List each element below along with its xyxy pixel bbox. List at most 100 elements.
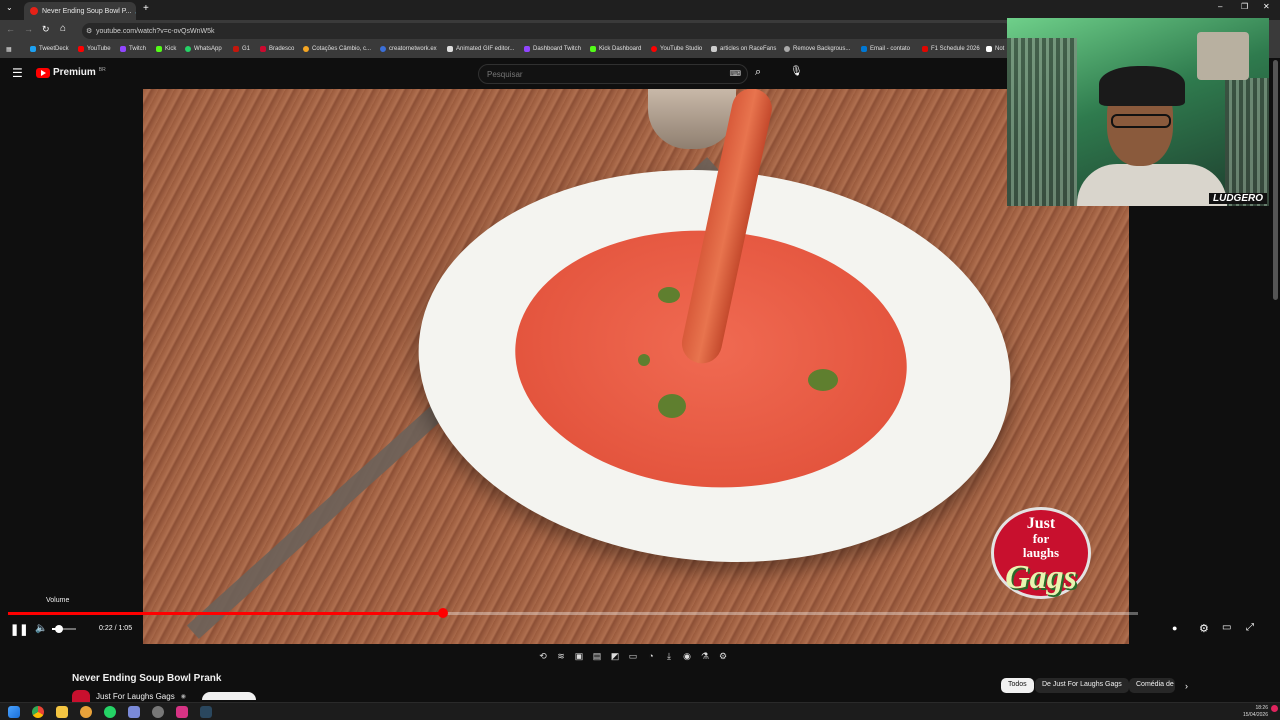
channel-row: Just For Laughs Gags ◉ (72, 690, 256, 702)
menu-icon[interactable]: ☰ (12, 66, 23, 80)
chip-all[interactable]: Todos (1001, 678, 1034, 693)
bookmark-whatsapp[interactable]: WhatsApp (185, 46, 222, 52)
steam-icon[interactable] (200, 706, 212, 718)
g1-icon (233, 46, 239, 52)
progress-bar[interactable] (8, 608, 1138, 618)
bookmark-label: creatornetwork.ex (389, 46, 437, 52)
volume-slider[interactable] (52, 625, 76, 633)
loop-icon[interactable]: ⟲ (536, 650, 550, 662)
notion-icon (986, 46, 992, 52)
streamer-tag: LUDGERO (1209, 193, 1267, 204)
discord-icon[interactable] (128, 706, 140, 718)
bookmark-email[interactable]: Email - contato (861, 46, 910, 52)
bookshelf (1007, 38, 1077, 206)
twitch-icon (120, 46, 126, 52)
youtube-logo[interactable]: Premium BR (36, 67, 106, 78)
bookmark-g1[interactable]: G1 (233, 46, 250, 52)
country-badge: BR (98, 67, 106, 73)
notification-badge-icon[interactable] (1271, 705, 1278, 712)
voice-search-icon[interactable]: 🎙 (790, 66, 803, 77)
back-icon[interactable]: ← (6, 24, 15, 34)
progress-played (8, 612, 443, 615)
bookmark-label: YouTube (87, 46, 111, 52)
pause-icon[interactable]: ❚❚ (10, 623, 28, 636)
bookmark-dashboard-twitch[interactable]: Dashboard Twitch (524, 46, 581, 52)
chip-comedy[interactable]: Comédia de (1129, 678, 1175, 693)
volume-icon[interactable]: 🔈 (35, 623, 47, 634)
bookmark-label: Bradesco (269, 46, 295, 52)
volume-tooltip: Volume (46, 597, 70, 604)
site-info-icon[interactable]: ⚙ (86, 27, 92, 35)
search-input[interactable]: Pesquisar ⌨ (478, 64, 748, 84)
app-icon[interactable] (152, 706, 164, 718)
video-frame[interactable]: Just for laughs Gags (143, 89, 1129, 644)
bookmark-cotacoes[interactable]: Cotações Câmbio, c... (303, 46, 371, 52)
bookmark-not[interactable]: Not (986, 46, 1004, 52)
bookmark-youtube-studio[interactable]: YouTube Studio (651, 46, 702, 52)
forward-icon[interactable]: → (24, 24, 33, 34)
camera-icon[interactable]: ◉ (680, 650, 694, 662)
pinned-app-icon[interactable] (176, 706, 188, 718)
download-icon[interactable]: ⤓ (662, 650, 676, 662)
bookmark-gif-editor[interactable]: Animated GIF editor... (447, 46, 514, 52)
search-placeholder: Pesquisar (487, 70, 523, 79)
picture-in-picture-icon[interactable]: ◩ (608, 650, 622, 662)
obs-icon[interactable] (80, 706, 92, 718)
bookmark-racefans[interactable]: articles on RaceFans (711, 46, 776, 52)
speed-icon[interactable]: ◔ (644, 650, 658, 662)
pepper-shaker (648, 89, 736, 149)
whatsapp-icon[interactable] (104, 706, 116, 718)
screenshot-icon[interactable]: ▣ (572, 650, 586, 662)
extension-settings-icon[interactable]: ⚙ (716, 650, 730, 662)
verified-icon: ◉ (180, 693, 186, 700)
page-scrollbar[interactable] (1273, 60, 1278, 300)
windows-start-icon[interactable] (8, 706, 20, 718)
chips-next-icon[interactable]: › (1185, 681, 1188, 691)
new-tab-icon[interactable]: + (143, 3, 149, 14)
windows-taskbar: 18:26 15/04/2026 (0, 702, 1280, 720)
bookmark-twitch[interactable]: Twitch (120, 46, 146, 52)
bookmark-label: Dashboard Twitch (533, 46, 581, 52)
search-icon[interactable]: ⌕ (755, 66, 761, 79)
autoplay-toggle-icon[interactable]: ● (1172, 623, 1177, 633)
close-window-icon[interactable]: ✕ (1263, 2, 1270, 11)
clip-icon[interactable]: ▤ (590, 650, 604, 662)
audio-wave-icon[interactable]: ≋ (554, 650, 568, 662)
settings-gear-icon[interactable]: ⚙ (1199, 622, 1209, 635)
theater-mode-icon[interactable]: ▭ (1222, 622, 1231, 633)
chip-from-channel[interactable]: De Just For Laughs Gags (1035, 678, 1129, 693)
system-clock[interactable]: 18:26 15/04/2026 (1243, 705, 1268, 719)
bookmark-youtube[interactable]: YouTube (78, 46, 111, 52)
logo-gags: Gags (1005, 559, 1077, 596)
filter-icon[interactable]: ⚗ (698, 650, 712, 662)
window-icon[interactable]: ▭ (626, 650, 640, 662)
reload-icon[interactable]: ↻ (42, 24, 50, 35)
chrome-icon[interactable] (32, 706, 44, 718)
bookmark-creatornetwork[interactable]: creatornetwork.ex (380, 46, 437, 52)
bookmark-label: YouTube Studio (660, 46, 703, 52)
apps-grid-icon[interactable]: ▦ (6, 46, 12, 53)
progress-scrubber[interactable] (437, 608, 448, 618)
file-explorer-icon[interactable] (56, 706, 68, 718)
subscribe-button[interactable] (201, 692, 256, 700)
bookmark-kick[interactable]: Kick (156, 46, 176, 52)
bookmark-label: Not (995, 46, 1005, 52)
fullscreen-icon[interactable]: ⤢ (1246, 622, 1254, 633)
channel-avatar[interactable] (72, 690, 90, 702)
maximize-icon[interactable]: ❐ (1241, 2, 1248, 11)
channel-name[interactable]: Just For Laughs Gags (96, 692, 175, 701)
bookmark-f1-schedule[interactable]: F1 Schedule 2026 (922, 46, 980, 52)
tab-list-icon[interactable]: ⌄ (6, 3, 13, 12)
bookmark-kick-dashboard[interactable]: Kick Dashboard (590, 46, 641, 52)
url-input[interactable]: ⚙ youtube.com/watch?v=c-ovQsWnW5k (82, 23, 1012, 39)
creatornetwork-icon (380, 46, 386, 52)
volume-handle[interactable] (55, 625, 64, 633)
bookmark-remove-background[interactable]: Remove Backgrous... (784, 46, 850, 52)
minimize-icon[interactable]: – (1218, 2, 1222, 11)
keyboard-icon[interactable]: ⌨ (729, 69, 741, 78)
bookmark-tweetdeck[interactable]: TweetDeck (30, 46, 69, 52)
browser-tab-active[interactable]: Never Ending Soup Bowl P... 🔊 ✕ (24, 2, 136, 20)
bookmark-bradesco[interactable]: Bradesco (260, 46, 294, 52)
home-icon[interactable]: ⌂ (60, 23, 66, 34)
tab-audio-icon[interactable]: 🔊 (135, 7, 136, 15)
